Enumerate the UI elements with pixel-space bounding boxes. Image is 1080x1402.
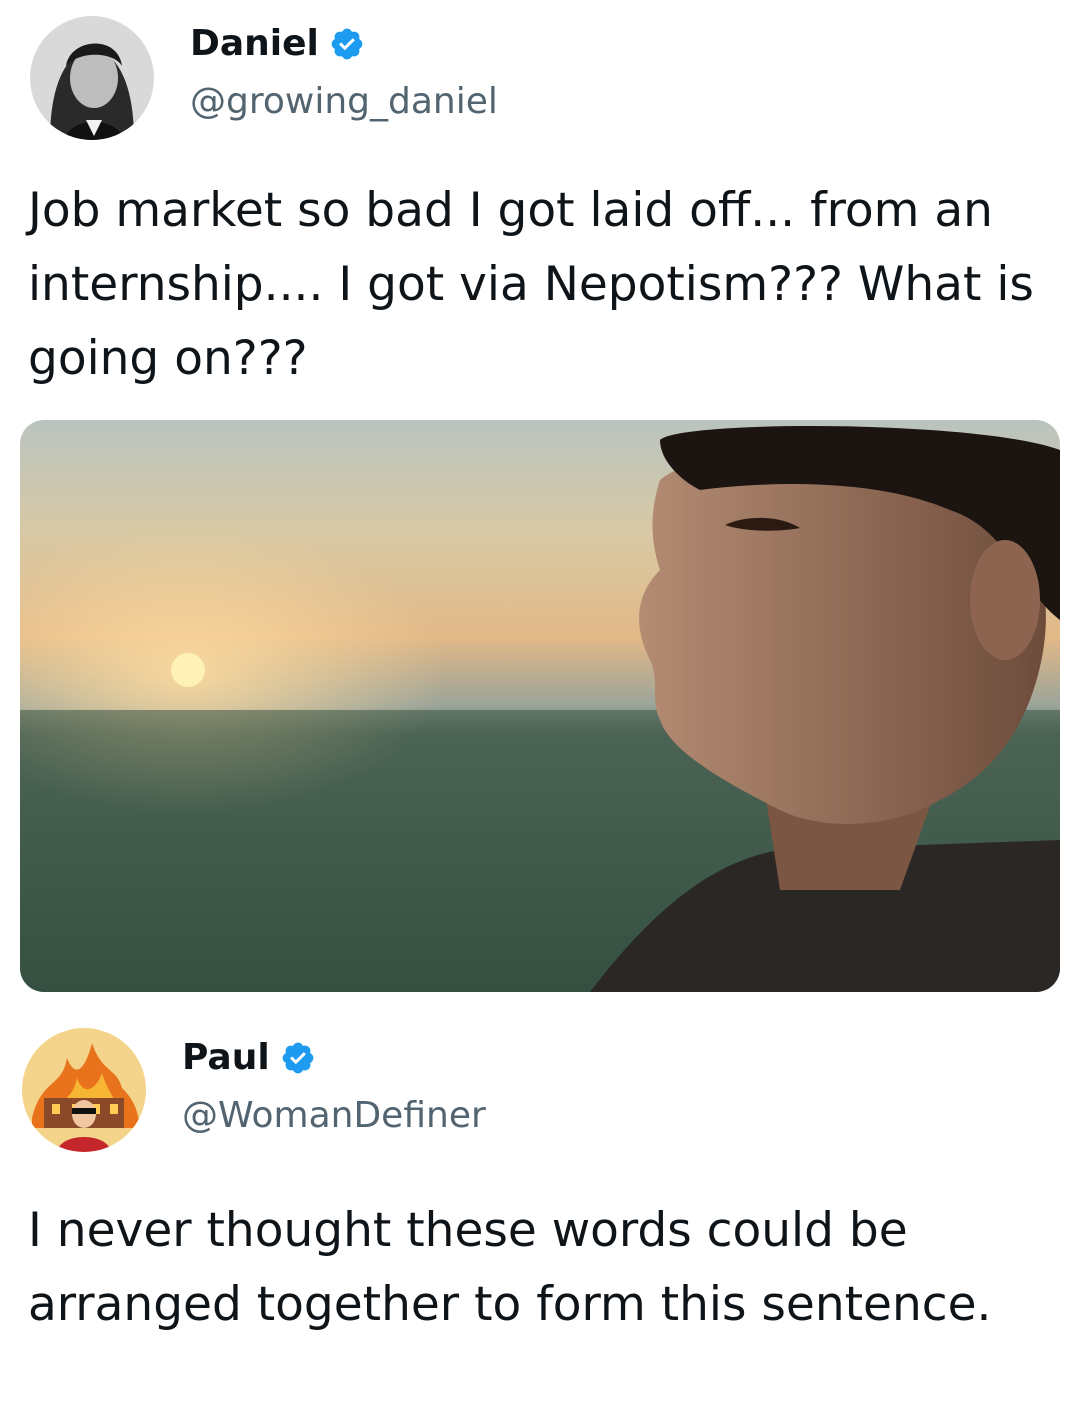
- daniel-avatar[interactable]: [30, 16, 154, 140]
- author-handle[interactable]: @WomanDefiner: [182, 1094, 486, 1138]
- author-name[interactable]: Daniel: [190, 22, 319, 66]
- author-handle[interactable]: @growing_daniel: [190, 80, 498, 124]
- paul-name-row: Paul: [182, 1036, 316, 1080]
- original-tweet: Daniel @growing_daniel Job market so bad…: [0, 0, 1080, 1000]
- verified-badge-icon: [282, 1042, 314, 1074]
- daniel-name-row: Daniel: [190, 22, 365, 66]
- tweet-text: Job market so bad I got laid off... from…: [28, 183, 1034, 386]
- verified-badge-icon: [331, 28, 363, 60]
- tweet-text: I never thought these words could be arr…: [28, 1203, 992, 1332]
- paul-avatar[interactable]: [22, 1028, 146, 1152]
- tweet-media-image[interactable]: [20, 420, 1060, 992]
- reply-tweet: Paul @WomanDefiner I never thought these…: [0, 1000, 1080, 1402]
- author-name[interactable]: Paul: [182, 1036, 270, 1080]
